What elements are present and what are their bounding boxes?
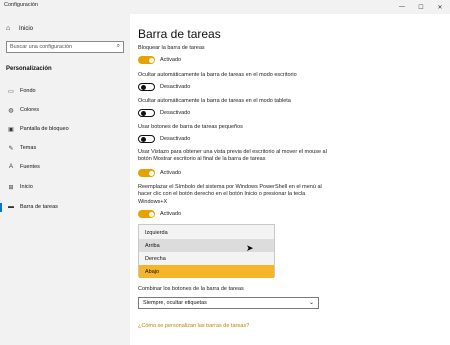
palette-icon: ◍ <box>8 107 14 114</box>
setting-small-buttons-label: Usar botones de barra de tareas pequeños <box>138 124 243 130</box>
taskbar-icon: ▬ <box>8 204 14 210</box>
chevron-down-icon: ⌄ <box>308 300 314 306</box>
toggle-knob <box>140 136 146 142</box>
toggle-state: Activado <box>160 57 182 63</box>
location-option-abajo[interactable]: Abajo <box>139 265 274 278</box>
sidebar-home[interactable]: ⌂ Inicio <box>6 25 33 32</box>
sidebar-item-label: Colores <box>20 107 39 113</box>
lock-taskbar-toggle[interactable] <box>138 56 155 64</box>
main-content: Barra de tareas Bloquear la barra de tar… <box>130 14 450 345</box>
minimize-button[interactable]: — <box>394 0 410 14</box>
setting-autohide-desktop-row: Desactivado <box>138 83 190 91</box>
sidebar-item-label: Temas <box>20 145 37 151</box>
toggle-state: Activado <box>160 170 182 176</box>
close-button[interactable]: ✕ <box>432 0 448 14</box>
mouse-cursor-icon: ➤ <box>246 243 254 253</box>
sidebar-item-label: Barra de tareas <box>20 204 58 210</box>
combine-buttons-select[interactable]: Siempre, ocultar etiquetas ⌄ <box>138 297 319 309</box>
search-placeholder: Buscar una configuración <box>10 44 73 50</box>
toggle-state: Desactivado <box>160 110 191 116</box>
setting-powershell-label: Reemplazar el Símbolo del sistema por Wi… <box>138 184 322 205</box>
setting-lock-taskbar-label: Bloquear la barra de tareas <box>138 45 205 51</box>
sidebar-item-barra-de-tareas[interactable]: ▬ Barra de tareas <box>0 201 130 213</box>
toggle-knob <box>148 57 154 63</box>
setting-powershell-row: Activado <box>138 210 181 218</box>
sidebar-item-label: Fondo <box>20 88 36 94</box>
setting-autohide-desktop-label: Ocultar automáticamente la barra de tare… <box>138 72 297 78</box>
lock-screen-icon: ▣ <box>8 126 14 133</box>
sidebar-item-inicio[interactable]: ⊞ Inicio <box>0 181 130 193</box>
section-title: Personalización <box>6 66 52 72</box>
setting-autohide-tablet-label: Ocultar automáticamente la barra de tare… <box>138 98 291 104</box>
toggle-knob <box>140 84 146 90</box>
sidebar-item-colores[interactable]: ◍ Colores <box>0 104 130 116</box>
combine-buttons-value: Siempre, ocultar etiquetas <box>143 300 207 306</box>
help-link[interactable]: ¿Cómo se personalizan las barras de tare… <box>138 323 249 329</box>
powershell-toggle[interactable] <box>138 210 155 218</box>
taskbar-location-dropdown[interactable]: Izquierda Arriba Derecha Abajo <box>138 224 275 278</box>
image-icon: ▭ <box>8 88 14 95</box>
setting-peek-label: Usar Vistazo para obtener una vista prev… <box>138 149 327 163</box>
sidebar-item-label: Pantalla de bloqueo <box>20 126 69 132</box>
sidebar-item-pantalla-de-bloqueo[interactable]: ▣ Pantalla de bloqueo <box>0 123 130 135</box>
toggle-knob <box>148 211 154 217</box>
sidebar-item-label: Fuentes <box>20 164 40 170</box>
start-icon: ⊞ <box>8 184 14 191</box>
search-icon[interactable]: ⌕ <box>117 43 120 50</box>
home-label: Inicio <box>19 25 34 32</box>
sidebar: ⌂ Inicio Buscar una configuración ⌕ Pers… <box>0 14 130 345</box>
setting-peek-row: Activado <box>138 169 181 177</box>
peek-toggle[interactable] <box>138 169 155 177</box>
toggle-state: Activado <box>160 211 182 217</box>
font-icon: A <box>8 164 13 170</box>
setting-small-buttons-row: Desactivado <box>138 135 190 143</box>
autohide-desktop-toggle[interactable] <box>138 83 155 91</box>
search-input[interactable]: Buscar una configuración ⌕ <box>6 41 124 53</box>
combine-buttons-label: Combinar los botones de la barra de tare… <box>138 286 244 292</box>
location-option-izquierda[interactable]: Izquierda <box>139 226 274 239</box>
toggle-knob <box>140 110 146 116</box>
autohide-tablet-toggle[interactable] <box>138 109 155 117</box>
setting-autohide-tablet-row: Desactivado <box>138 109 190 117</box>
sidebar-item-temas[interactable]: ✎ Temas <box>0 142 130 154</box>
setting-lock-taskbar-row: Activado <box>138 56 181 64</box>
sidebar-item-fondo[interactable]: ▭ Fondo <box>0 85 130 97</box>
home-icon: ⌂ <box>6 25 11 32</box>
title-bar: Configuración — ☐ ✕ <box>0 0 450 14</box>
toggle-state: Desactivado <box>160 84 191 90</box>
toggle-state: Desactivado <box>160 136 191 142</box>
small-buttons-toggle[interactable] <box>138 135 155 143</box>
sidebar-item-label: Inicio <box>20 184 33 190</box>
page-title: Barra de tareas <box>138 27 221 41</box>
maximize-button[interactable]: ☐ <box>413 0 429 14</box>
window-title: Configuración <box>4 2 38 8</box>
toggle-knob <box>148 170 154 176</box>
sidebar-item-fuentes[interactable]: A Fuentes <box>0 161 130 173</box>
location-option-derecha[interactable]: Derecha <box>139 252 274 265</box>
brush-icon: ✎ <box>8 145 14 152</box>
